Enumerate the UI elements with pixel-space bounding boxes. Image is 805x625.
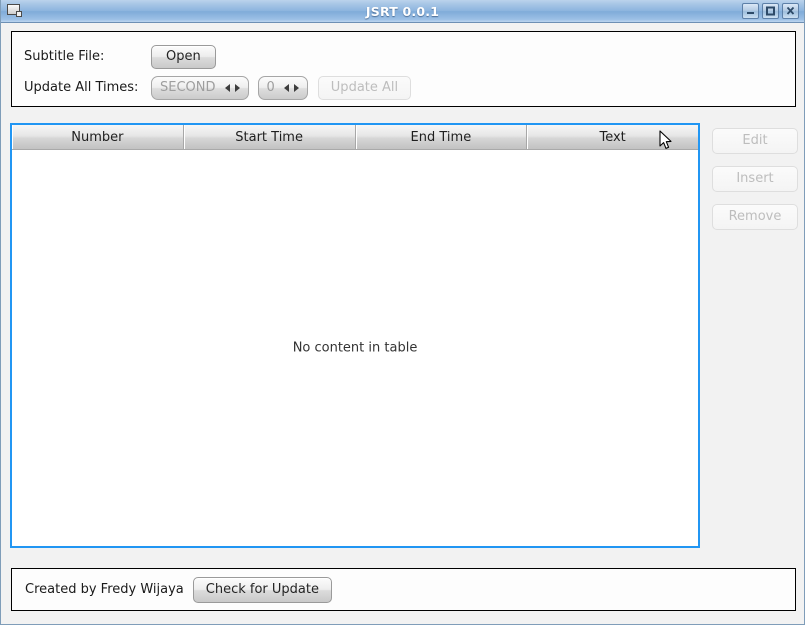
update-all-times-label: Update All Times: bbox=[24, 80, 139, 95]
maximize-icon[interactable] bbox=[762, 3, 779, 19]
window-controls bbox=[742, 3, 804, 19]
subtitle-file-label: Subtitle File: bbox=[24, 49, 105, 64]
check-for-update-button[interactable]: Check for Update bbox=[192, 576, 332, 603]
time-amount-value: 0 bbox=[266, 80, 275, 95]
subtitle-table[interactable]: Number Start Time End Time Text No conte… bbox=[10, 123, 700, 548]
column-header-start-time[interactable]: Start Time bbox=[184, 125, 356, 149]
edit-button[interactable]: Edit bbox=[712, 128, 798, 154]
time-amount-spinner[interactable]: 0 bbox=[257, 75, 308, 100]
insert-button[interactable]: Insert bbox=[712, 166, 798, 192]
update-all-times-row: Update All Times: SECOND 0 Update All bbox=[24, 72, 783, 103]
column-header-number[interactable]: Number bbox=[12, 125, 184, 149]
minimize-icon[interactable] bbox=[742, 3, 759, 19]
time-amount-arrows bbox=[283, 83, 299, 92]
application-window: JSRT 0.0.1 Subtitle File: Open Update Al… bbox=[0, 0, 805, 625]
table-body[interactable]: No content in table bbox=[12, 150, 698, 546]
title-bar[interactable]: JSRT 0.0.1 bbox=[1, 0, 804, 23]
table-empty-message: No content in table bbox=[292, 340, 418, 356]
window-title: JSRT 0.0.1 bbox=[365, 3, 440, 19]
table-actions: Edit Insert Remove bbox=[712, 128, 798, 230]
chevron-left-icon[interactable] bbox=[224, 83, 230, 92]
time-unit-arrows bbox=[224, 83, 240, 92]
chevron-right-icon[interactable] bbox=[293, 83, 299, 92]
subtitle-file-row: Subtitle File: Open bbox=[24, 41, 783, 72]
footer-panel: Created by Fredy Wijaya Check for Update bbox=[11, 568, 796, 611]
credit-label: Created by Fredy Wijaya bbox=[25, 582, 184, 597]
time-unit-spinner[interactable]: SECOND bbox=[151, 75, 249, 100]
chevron-left-icon[interactable] bbox=[283, 83, 289, 92]
file-options-panel: Subtitle File: Open Update All Times: SE… bbox=[11, 31, 796, 107]
column-header-end-time[interactable]: End Time bbox=[356, 125, 528, 149]
open-button[interactable]: Open bbox=[151, 44, 216, 69]
time-unit-value: SECOND bbox=[160, 80, 216, 95]
column-header-text[interactable]: Text bbox=[527, 125, 698, 149]
chevron-right-icon[interactable] bbox=[234, 83, 240, 92]
table-header-row: Number Start Time End Time Text bbox=[12, 125, 698, 150]
update-all-button[interactable]: Update All bbox=[317, 75, 412, 100]
remove-button[interactable]: Remove bbox=[712, 204, 798, 230]
close-icon[interactable] bbox=[782, 3, 799, 19]
window-app-icon bbox=[6, 3, 24, 20]
